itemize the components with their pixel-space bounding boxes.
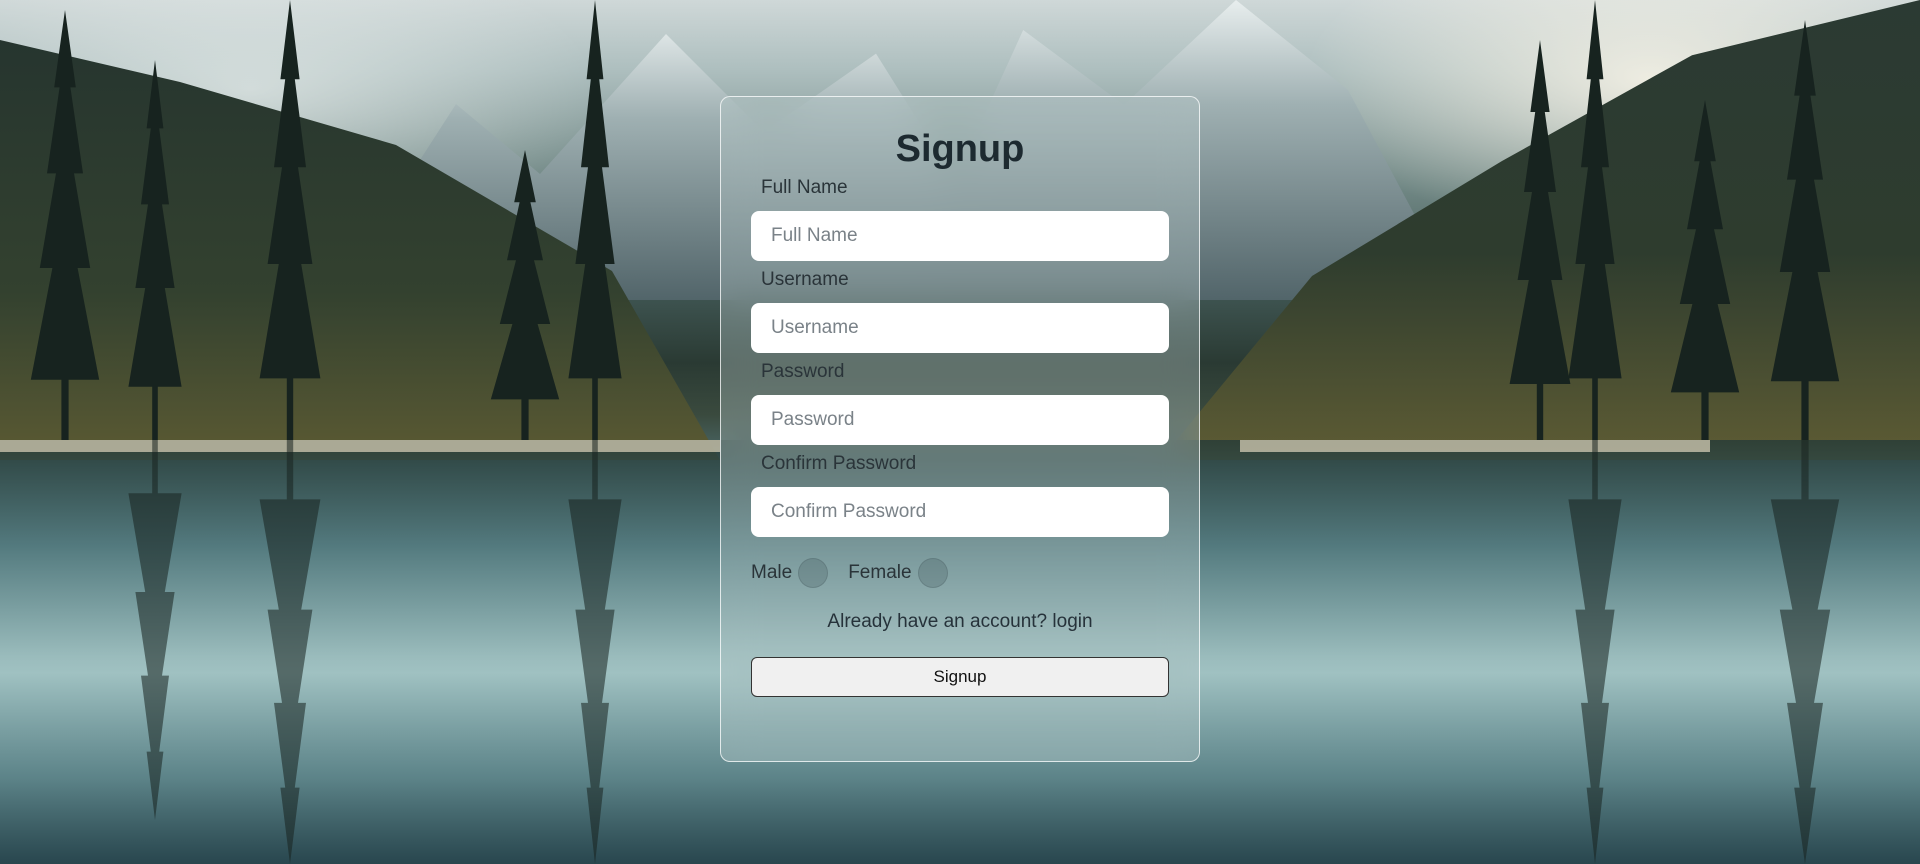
male-label: Male	[751, 562, 793, 583]
full-name-input[interactable]	[751, 211, 1169, 261]
page-title: Signup	[895, 128, 1025, 170]
confirm-password-label: Confirm Password	[761, 453, 917, 474]
shoreline	[0, 440, 720, 452]
signup-card: Signup Full Name Username Password Confi…	[720, 96, 1200, 762]
username-input[interactable]	[751, 303, 1169, 353]
full-name-label: Full Name	[761, 177, 848, 198]
login-prompt: Already have an account? login	[751, 609, 1169, 635]
password-input[interactable]	[751, 395, 1169, 445]
male-radio[interactable]	[798, 558, 829, 588]
confirm-password-input[interactable]	[751, 487, 1169, 537]
gender-selector: Male Female	[751, 557, 1169, 589]
female-label: Female	[848, 562, 912, 583]
login-prompt-text: Already have an account?	[827, 611, 1048, 632]
signup-button[interactable]: Signup	[751, 657, 1169, 697]
login-link[interactable]: login	[1052, 611, 1092, 632]
female-radio[interactable]	[917, 558, 948, 588]
password-label: Password	[761, 361, 845, 382]
shoreline	[1240, 440, 1710, 452]
username-label: Username	[761, 269, 849, 290]
